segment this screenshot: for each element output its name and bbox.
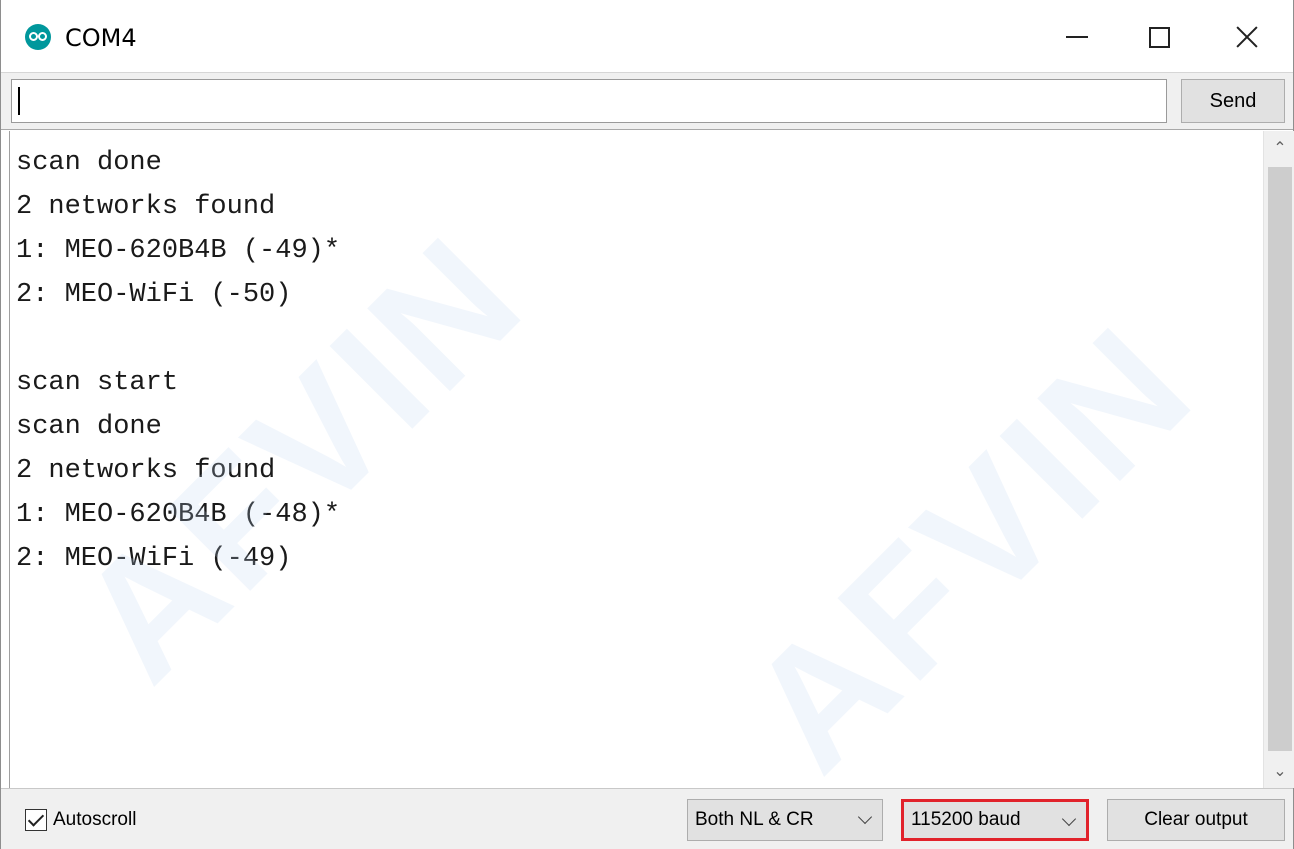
line-ending-value: Both NL & CR <box>695 809 814 830</box>
baud-rate-select[interactable]: 115200 baud <box>901 799 1089 841</box>
autoscroll-checkbox[interactable] <box>25 809 47 831</box>
scroll-down-icon[interactable]: ⌄ <box>1264 754 1294 788</box>
output-line: 2: MEO-WiFi (-50) <box>16 280 292 310</box>
clear-output-button[interactable]: Clear output <box>1107 799 1285 841</box>
send-button[interactable]: Send <box>1181 79 1285 123</box>
serial-monitor-window: COM4 Send scan done 2 networks found 1: ME… <box>0 0 1294 849</box>
vertical-scrollbar[interactable]: ⌃ ⌄ <box>1263 131 1294 788</box>
send-input[interactable] <box>11 79 1167 123</box>
output-line: 2: MEO-WiFi (-49) <box>16 544 292 574</box>
autoscroll-toggle[interactable]: Autoscroll <box>25 809 136 831</box>
close-icon <box>1235 25 1259 49</box>
output-line: scan done <box>16 148 162 178</box>
chevron-down-icon <box>857 809 873 825</box>
output-line: scan start <box>16 368 179 398</box>
chevron-down-icon <box>1061 811 1077 827</box>
send-bar: Send <box>1 72 1293 130</box>
output-line: 2 networks found <box>16 192 276 222</box>
scroll-thumb[interactable] <box>1268 167 1292 751</box>
output-line: 1: MEO-620B4B (-49)* <box>16 236 341 266</box>
close-button[interactable] <box>1207 10 1287 64</box>
minimize-icon <box>1066 36 1088 38</box>
scroll-up-icon[interactable]: ⌃ <box>1264 131 1294 165</box>
baud-rate-value: 115200 baud <box>911 809 1021 830</box>
minimize-button[interactable] <box>1037 10 1117 64</box>
title-bar: COM4 <box>1 0 1293 72</box>
autoscroll-label: Autoscroll <box>53 809 137 830</box>
maximize-button[interactable] <box>1119 10 1199 64</box>
line-ending-select[interactable]: Both NL & CR <box>687 799 883 841</box>
text-caret <box>18 87 20 115</box>
maximize-icon <box>1148 26 1170 48</box>
output-line: scan done <box>16 412 162 442</box>
output-line: 2 networks found <box>16 456 276 486</box>
output-text: scan done 2 networks found 1: MEO-620B4B (… <box>16 141 340 581</box>
status-bar: Autoscroll Both NL & CR 115200 baud Clea… <box>1 788 1293 849</box>
arduino-icon <box>25 24 51 50</box>
window-title: COM4 <box>65 24 137 52</box>
serial-output[interactable]: scan done 2 networks found 1: MEO-620B4B (… <box>9 131 1263 788</box>
output-line: 1: MEO-620B4B (-48)* <box>16 500 341 530</box>
